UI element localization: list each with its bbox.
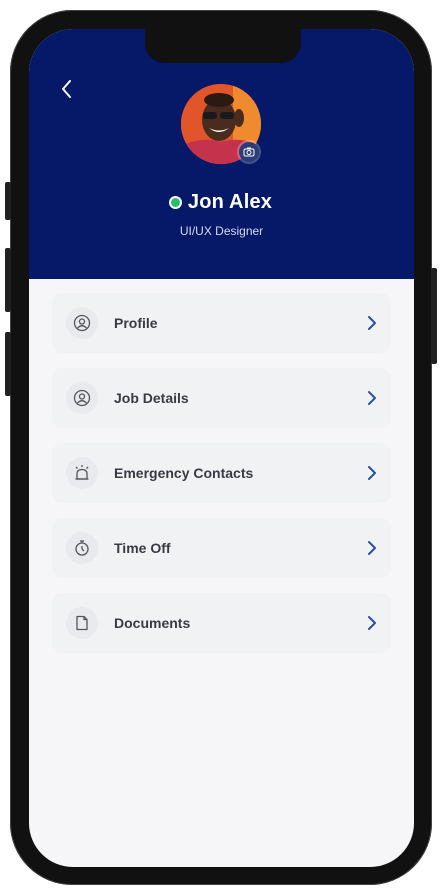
stopwatch-glyph — [75, 540, 89, 556]
chevron-right-icon — [368, 466, 376, 480]
online-status-dot — [170, 198, 180, 207]
avatar-wrapper[interactable] — [181, 84, 261, 164]
menu-item-label: Job Details — [114, 390, 189, 406]
menu-item-profile[interactable]: Profile — [52, 293, 391, 353]
chevron-right-icon — [368, 541, 376, 555]
chevron-right-icon — [368, 391, 376, 405]
chevron-right-icon — [368, 616, 376, 630]
user-circle-glyph — [73, 389, 91, 407]
back-button[interactable] — [55, 77, 79, 101]
menu-item-time-off[interactable]: Time Off — [52, 518, 391, 578]
user-circle-icon — [66, 382, 98, 414]
alarm-glyph — [75, 465, 89, 480]
menu-item-label: Profile — [114, 315, 158, 331]
user-circle-icon — [66, 307, 98, 339]
document-icon — [66, 607, 98, 639]
stopwatch-icon — [66, 532, 98, 564]
volume-up-button — [5, 248, 11, 312]
menu-item-emergency-contacts[interactable]: Emergency Contacts — [52, 443, 391, 503]
camera-icon[interactable] — [239, 142, 259, 162]
notch — [145, 29, 301, 63]
menu-item-documents[interactable]: Documents — [52, 593, 391, 653]
name-row: Jon Alex — [29, 191, 414, 214]
power-button — [431, 268, 437, 364]
volume-down-button — [5, 332, 11, 396]
phone-screen: Jon Alex UI/UX Designer Profile Job Deta… — [29, 29, 414, 867]
camera-glyph — [243, 147, 255, 157]
user-circle-glyph — [73, 314, 91, 332]
menu-item-label: Time Off — [114, 540, 171, 556]
profile-role: UI/UX Designer — [179, 224, 264, 238]
profile-name: Jon Alex — [187, 191, 273, 213]
menu-item-job-details[interactable]: Job Details — [52, 368, 391, 428]
chevron-left-icon — [62, 80, 71, 98]
mute-switch — [5, 182, 11, 220]
menu-item-label: Documents — [114, 615, 191, 631]
profile-menu: Profile Job Details Emergency Contacts T… — [52, 293, 391, 668]
menu-item-label: Emergency Contacts — [114, 465, 254, 481]
chevron-right-icon — [368, 316, 376, 330]
alarm-icon — [66, 457, 98, 489]
document-glyph — [76, 615, 88, 631]
